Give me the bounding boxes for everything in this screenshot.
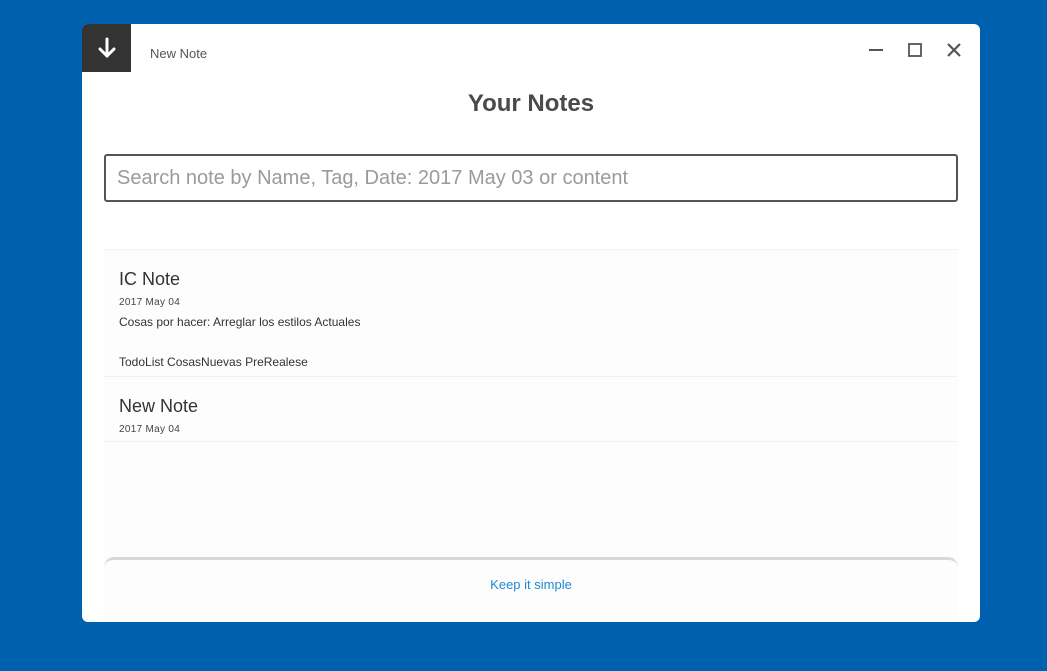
- close-button[interactable]: [941, 40, 966, 60]
- note-content: Cosas por hacer: Arreglar los estilos Ac…: [119, 315, 361, 329]
- close-icon: [946, 43, 961, 57]
- minimize-button[interactable]: [863, 40, 888, 60]
- window-title: New Note: [150, 46, 208, 61]
- app-window: New Note Your Notes Search note by Name,…: [82, 24, 980, 622]
- minimize-icon: [868, 49, 883, 51]
- maximize-button[interactable]: [902, 40, 927, 60]
- notes-list: IC Note 2017 May 04 Cosas por hacer: Arr…: [104, 249, 958, 559]
- note-title: New Note: [119, 396, 199, 416]
- note-tags: TodoList CosasNuevas PreRealese: [119, 355, 308, 369]
- new-note-button[interactable]: [82, 24, 131, 72]
- note-date: 2017 May 04: [119, 297, 181, 308]
- note-title: IC Note: [119, 269, 181, 289]
- page-title: Your Notes: [467, 90, 595, 117]
- footer: Keep it simple: [104, 557, 958, 622]
- title-bar: New Note: [82, 24, 980, 72]
- note-item[interactable]: New Note 2017 May 04: [104, 377, 958, 442]
- search-input[interactable]: [104, 154, 958, 202]
- arrow-down-icon: [98, 37, 115, 58]
- note-item[interactable]: IC Note 2017 May 04 Cosas por hacer: Arr…: [104, 250, 958, 377]
- window-controls: [863, 40, 966, 60]
- maximize-icon: [907, 43, 922, 57]
- note-date: 2017 May 04: [119, 424, 181, 435]
- search-box: [104, 154, 958, 202]
- footer-link[interactable]: Keep it simple: [490, 577, 572, 592]
